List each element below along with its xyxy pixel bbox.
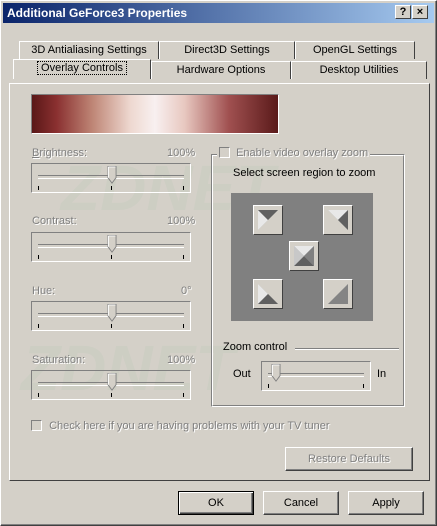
slider-thumb[interactable] xyxy=(107,304,117,322)
zoom-enable-label: Enable video overlay zoom xyxy=(236,147,369,159)
zoom-center-button[interactable] xyxy=(289,241,319,271)
zoom-enable-row[interactable]: Enable video overlay zoom xyxy=(217,146,371,161)
close-button[interactable]: × xyxy=(412,5,428,19)
tab-desktop-utilities[interactable]: Desktop Utilities xyxy=(291,61,427,79)
tab-overlay-controls[interactable]: Overlay Controls xyxy=(13,59,151,79)
contrast-label: Contrast: xyxy=(32,215,77,227)
slider-ticks xyxy=(268,384,364,388)
zoom-center-icon xyxy=(294,246,314,266)
hue-value: 0° xyxy=(181,285,192,297)
ok-button[interactable]: OK xyxy=(178,491,254,515)
zoom-in-label: In xyxy=(377,368,387,380)
zoom-region-grid xyxy=(231,193,373,321)
tab-direct3d[interactable]: Direct3D Settings xyxy=(159,41,295,59)
brightness-label-text: rightness: xyxy=(39,147,88,159)
saturation-slider[interactable] xyxy=(31,370,191,400)
zoom-out-label: Out xyxy=(233,368,251,380)
slider-ticks xyxy=(38,255,184,259)
saturation-value: 100% xyxy=(167,354,196,366)
zoom-control-label: Zoom control xyxy=(223,341,288,353)
contrast-value: 100% xyxy=(167,215,196,227)
cancel-button[interactable]: Cancel xyxy=(263,491,339,515)
arrow-top-left-icon xyxy=(258,210,278,230)
hue-slider[interactable] xyxy=(31,301,191,331)
tv-tuner-checkbox[interactable] xyxy=(31,419,42,431)
tv-tuner-label: Check here if you are having problems wi… xyxy=(49,420,330,432)
tab-3d-antialiasing[interactable]: 3D Antialiasing Settings xyxy=(19,41,159,59)
zoom-top-right-button[interactable] xyxy=(323,205,353,235)
slider-thumb[interactable] xyxy=(107,235,117,253)
contrast-slider[interactable] xyxy=(31,232,191,262)
help-button[interactable]: ? xyxy=(395,5,411,19)
slider-ticks xyxy=(38,186,184,190)
slider-thumb[interactable] xyxy=(271,364,281,382)
hue-label: Hue: xyxy=(32,285,56,297)
zoom-control-slider[interactable] xyxy=(261,361,371,391)
overlay-preview-image xyxy=(31,94,279,134)
tv-tuner-row[interactable]: Check here if you are having problems wi… xyxy=(31,419,330,434)
zoom-control-divider xyxy=(295,348,399,350)
zoom-bottom-right-button[interactable] xyxy=(323,279,353,309)
arrow-top-right-icon xyxy=(328,210,348,230)
brightness-value: 100% xyxy=(167,147,196,159)
slider-thumb[interactable] xyxy=(107,373,117,391)
zoom-enable-checkbox[interactable] xyxy=(219,146,230,158)
brightness-label: Brightness: xyxy=(32,147,88,159)
properties-window: Additional GeForce3 Properties ? × 3D An… xyxy=(0,0,437,526)
arrow-bottom-right-icon xyxy=(328,284,348,304)
slider-thumb[interactable] xyxy=(107,166,117,184)
tab-opengl[interactable]: OpenGL Settings xyxy=(295,41,415,59)
saturation-label: Saturation: xyxy=(32,354,86,366)
brightness-slider[interactable] xyxy=(31,163,191,193)
zoom-control-row: Zoom control xyxy=(223,341,399,353)
zoom-region-label: Select screen region to zoom xyxy=(233,167,376,179)
window-title: Additional GeForce3 Properties xyxy=(7,6,188,20)
tab-hardware-options[interactable]: Hardware Options xyxy=(151,61,291,79)
restore-defaults-button[interactable]: Restore Defaults xyxy=(285,447,413,471)
arrow-bottom-left-icon xyxy=(258,284,278,304)
tab-overlay-controls-label: Overlay Controls xyxy=(37,61,127,75)
zoom-top-left-button[interactable] xyxy=(253,205,283,235)
slider-ticks xyxy=(38,324,184,328)
slider-track xyxy=(268,373,364,377)
title-bar: Additional GeForce3 Properties ? × xyxy=(3,3,434,23)
slider-ticks xyxy=(38,393,184,397)
zoom-bottom-left-button[interactable] xyxy=(253,279,283,309)
apply-button[interactable]: Apply xyxy=(348,491,424,515)
